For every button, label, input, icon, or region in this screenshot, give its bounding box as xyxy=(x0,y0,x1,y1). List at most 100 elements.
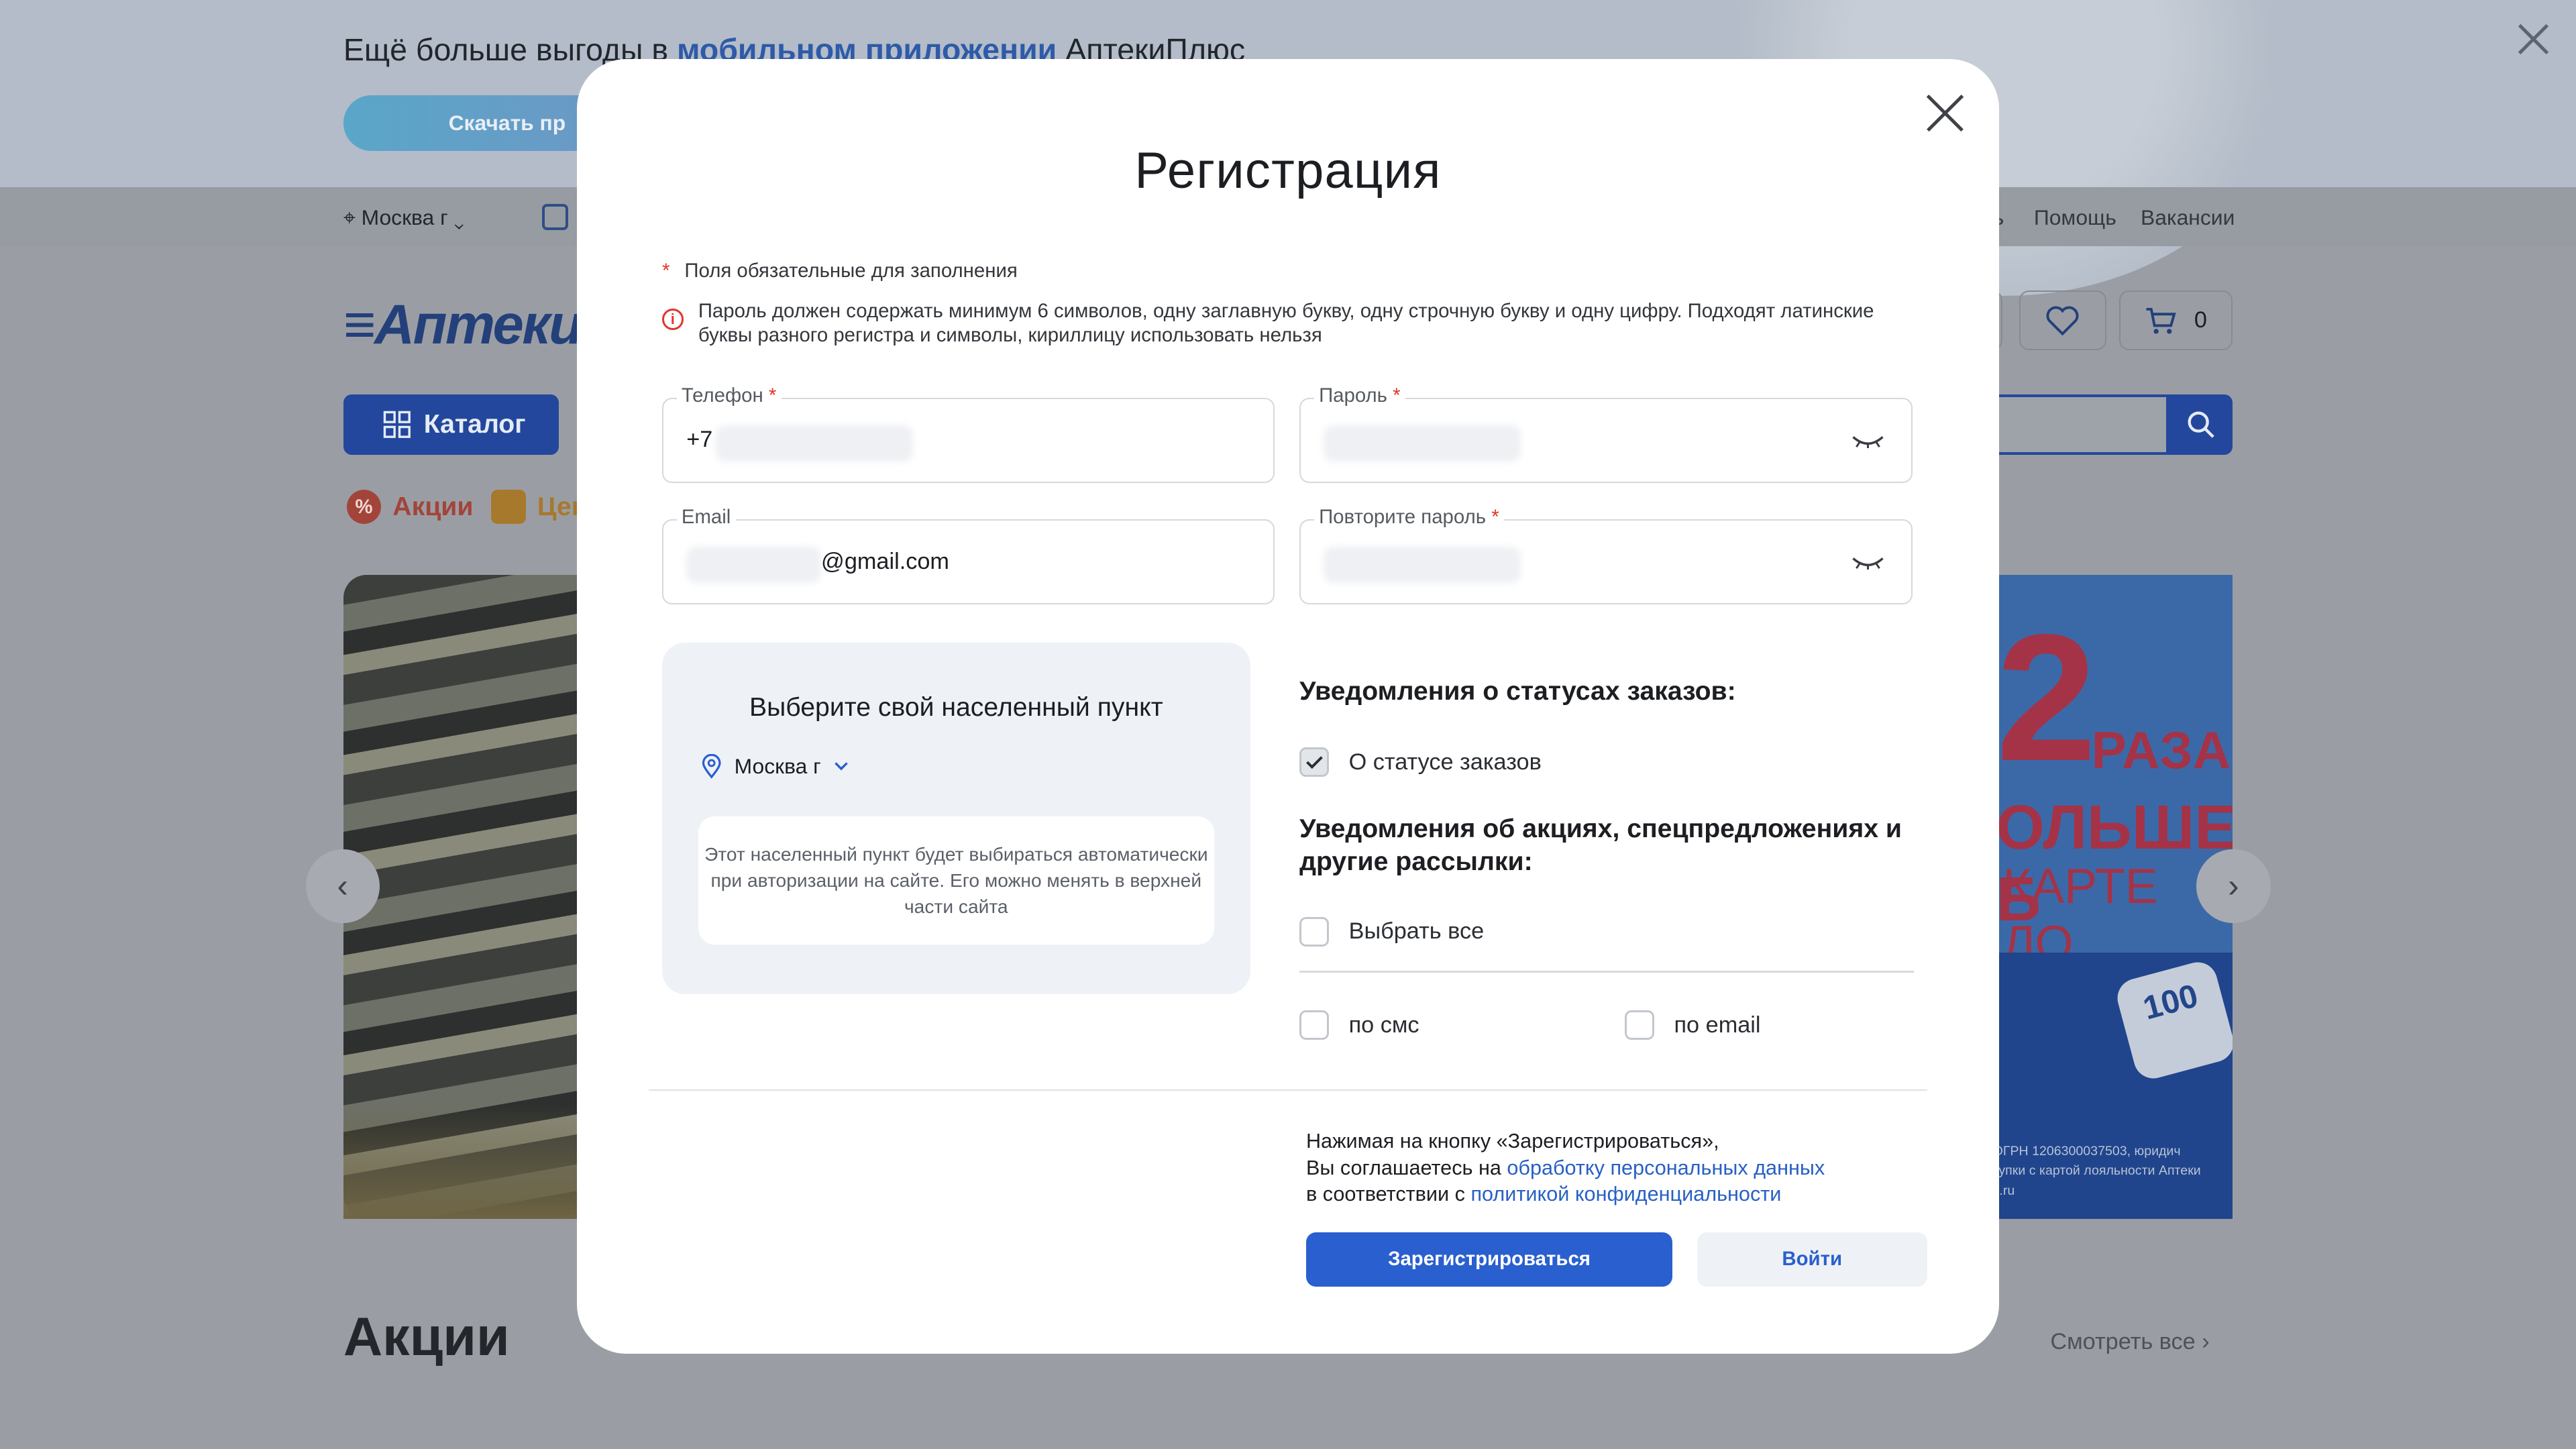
phone-redacted xyxy=(716,425,914,462)
checkbox-unchecked[interactable] xyxy=(1299,916,1330,947)
email-checkbox[interactable]: по email xyxy=(1625,1010,1761,1040)
section-title-sales: Акции xyxy=(343,1306,510,1367)
personal-data-link[interactable]: обработку персональных данных xyxy=(1507,1157,1825,1179)
banner-legal-text: ОГРН 1206300037503, юридич купки с карто… xyxy=(1992,1144,2201,1198)
see-all-label: Смотреть все xyxy=(2050,1329,2196,1355)
consent-text: Нажимая на кнопку «Зарегистрироваться», … xyxy=(1306,1128,1825,1208)
see-all-link[interactable]: Смотреть все › xyxy=(2050,1329,2209,1355)
required-asterisk-icon: * xyxy=(1393,384,1401,407)
repeat-password-label: Повторите пароль * xyxy=(1313,505,1504,529)
order-status-checkbox[interactable]: О статусе заказов xyxy=(1299,747,1542,777)
city-panel-info: Этот населенный пункт будет выбираться а… xyxy=(698,816,1214,945)
order-notifications-title: Уведомления о статусах заказов: xyxy=(1299,676,1736,706)
tag-icon xyxy=(491,489,526,525)
chip-prices[interactable]: Цен xyxy=(491,489,587,525)
city-select-panel: Выберите свой населенный пункт Москва г … xyxy=(661,642,1250,994)
repeat-password-redacted xyxy=(1324,547,1521,583)
chip-sales-label: Акции xyxy=(392,492,474,521)
chevron-down-icon xyxy=(835,762,849,771)
checkbox-checked[interactable] xyxy=(1299,747,1330,777)
phone-label-text: Телефон xyxy=(681,384,763,407)
select-all-label: Выбрать все xyxy=(1348,918,1485,945)
repeat-password-field[interactable]: Повторите пароль * xyxy=(1299,505,1913,605)
password-label-text: Пароль xyxy=(1319,384,1387,407)
consent-line1: Нажимая на кнопку «Зарегистрироваться», xyxy=(1305,1130,1719,1153)
email-field[interactable]: Email @gmail.com xyxy=(661,505,1275,605)
modal-title: Регистрация xyxy=(1134,142,1442,199)
city-selector-label: Москва г xyxy=(734,754,821,779)
login-button[interactable]: Войти xyxy=(1697,1232,1927,1287)
password-redacted xyxy=(1324,425,1521,462)
city-panel-title: Выберите свой населенный пункт xyxy=(749,693,1163,722)
promo-slide-image[interactable] xyxy=(343,575,590,1220)
cart-count: 0 xyxy=(2194,307,2207,333)
city-selector[interactable]: Москва г xyxy=(702,754,849,779)
percent-icon: % xyxy=(346,489,382,525)
chip-sales[interactable]: % Акции xyxy=(346,489,474,525)
location-pin-icon: ⌖ xyxy=(343,205,356,230)
heart-icon xyxy=(2046,306,2079,335)
cart-icon xyxy=(2146,307,2177,334)
sms-label: по смс xyxy=(1348,1012,1419,1038)
phone-label: Телефон * xyxy=(676,384,782,407)
chevron-left-icon: ‹ xyxy=(337,868,348,905)
promo-close-icon[interactable] xyxy=(2514,19,2553,59)
site-logo[interactable]: ≡Аптеки xyxy=(343,292,583,357)
password-rules-note: i Пароль должен содержать минимум 6 симво… xyxy=(661,299,1911,348)
slider-prev-button[interactable]: ‹ xyxy=(305,849,380,924)
search-input[interactable] xyxy=(1980,394,2169,455)
qr-code-icon[interactable] xyxy=(542,203,569,230)
register-button[interactable]: Зарегистрироваться xyxy=(1305,1232,1673,1287)
logo-lines-icon: ≡ xyxy=(343,292,376,356)
location-pin-icon xyxy=(702,754,721,779)
topbar-city-label: Москва г xyxy=(361,205,448,230)
logo-text: Аптеки xyxy=(374,292,583,356)
required-asterisk-icon: * xyxy=(768,384,777,407)
promo-notifications-title: Уведомления об акциях, спецпредложениях … xyxy=(1299,814,1902,877)
password-rules-text: Пароль должен содержать минимум 6 символ… xyxy=(698,299,1874,347)
checkbox-unchecked[interactable] xyxy=(1625,1010,1655,1040)
email-value: @gmail.com xyxy=(821,548,949,574)
banner-word: РАЗА xyxy=(2091,720,2231,780)
repeat-password-label-text: Повторите пароль xyxy=(1319,505,1487,528)
modal-close-icon[interactable] xyxy=(1927,95,1964,131)
check-icon xyxy=(1305,756,1323,769)
select-all-checkbox[interactable]: Выбрать все xyxy=(1299,916,1485,947)
chevron-down-icon: ⌄ xyxy=(453,205,464,230)
topbar-vacancies-link[interactable]: Вакансии xyxy=(2141,205,2235,230)
search-icon xyxy=(2188,411,2214,438)
email-redacted xyxy=(686,547,822,583)
password-label: Пароль * xyxy=(1313,384,1405,407)
registration-modal: Регистрация * Поля обязательные для запол… xyxy=(576,59,2000,1354)
catalog-label: Каталог xyxy=(423,410,526,439)
slider-next-button[interactable]: › xyxy=(2196,849,2271,924)
order-status-label: О статусе заказов xyxy=(1348,749,1542,775)
required-asterisk-icon: * xyxy=(1491,505,1499,528)
privacy-policy-link[interactable]: политикой конфиденциальности xyxy=(1470,1183,1781,1205)
consent-line3-text: в соответствии с xyxy=(1305,1182,1465,1205)
email-label: Email xyxy=(676,505,736,529)
favorites-button[interactable] xyxy=(2019,290,2106,350)
divider xyxy=(649,1089,1927,1091)
checkbox-unchecked[interactable] xyxy=(1299,1010,1330,1040)
password-field[interactable]: Пароль * xyxy=(1299,384,1913,483)
email-notif-label: по email xyxy=(1674,1012,1761,1038)
grid-icon xyxy=(383,411,411,439)
promo-slide-right[interactable]: 2 РАЗА ОЛЬШЕ Б КАРТЕ ЛО 100 ОГРН 1206300… xyxy=(1980,575,2233,1220)
topbar-city-selector[interactable]: ⌖ Москва г ⌄ xyxy=(343,205,464,231)
phone-value: +7 xyxy=(686,427,713,453)
cart-button[interactable]: 0 xyxy=(2119,290,2233,350)
eye-closed-icon[interactable] xyxy=(1851,435,1884,449)
sms-checkbox[interactable]: по смс xyxy=(1299,1010,1419,1040)
info-icon: i xyxy=(661,309,684,331)
phone-field[interactable]: Телефон * +7 xyxy=(661,384,1275,483)
eye-closed-icon[interactable] xyxy=(1851,557,1884,570)
catalog-button[interactable]: Каталог xyxy=(343,394,559,455)
search-button[interactable] xyxy=(2168,394,2233,455)
topbar-help-link[interactable]: Помощь xyxy=(2034,205,2116,230)
required-note-text: Поля обязательные для заполнения xyxy=(684,259,1018,282)
banner-number: 2 xyxy=(1996,597,2097,800)
email-label-text: Email xyxy=(681,505,731,528)
chevron-right-icon: › xyxy=(2202,1329,2210,1355)
divider xyxy=(1299,971,1915,973)
